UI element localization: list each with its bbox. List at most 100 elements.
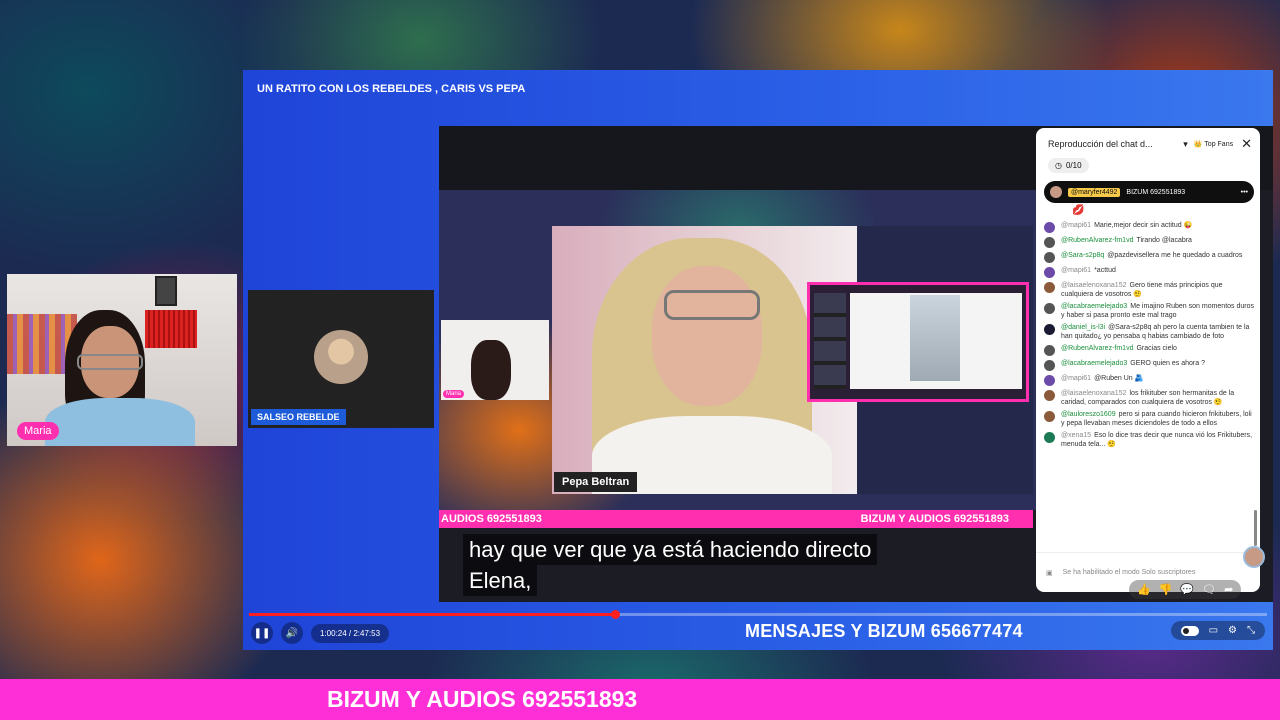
guest-face <box>652 266 762 406</box>
avatar <box>1044 360 1055 371</box>
subscriber-mode-text: Se ha habilitado el modo Solo suscriptor… <box>1062 569 1196 576</box>
avatar <box>1044 252 1055 263</box>
participant-avatar <box>314 330 368 384</box>
chat-scrollbar[interactable] <box>1254 510 1257 546</box>
avatar <box>1044 222 1055 233</box>
chat-username[interactable]: @mapi61 <box>1061 375 1091 382</box>
top-fans-badge[interactable]: 👑 Top Fans <box>1194 140 1233 148</box>
chat-message: @RubenAlvarez-fm1vd Tirando @lacabra <box>1044 236 1254 248</box>
chat-username[interactable]: @RubenAlvarez-fm1vd <box>1061 345 1133 352</box>
chat-replay-panel[interactable]: Reproducción del chat d... ▾ 👑 Top Fans … <box>1036 128 1260 592</box>
clock-icon: ◷ <box>1055 161 1062 170</box>
poll-counter[interactable]: ◷ 0/10 <box>1048 158 1089 173</box>
like-icon[interactable]: 👍 <box>1137 583 1151 596</box>
chat-header: Reproducción del chat d... ▾ 👑 Top Fans … <box>1036 128 1260 156</box>
avatar <box>1044 345 1055 356</box>
subtitle-line-2: Elena, <box>463 565 538 596</box>
chat-message: @laisaelenoxana152 los frikituber son her… <box>1044 389 1254 407</box>
chat-message: @laisaelenoxana152 Gero tiene más princip… <box>1044 281 1254 299</box>
chat-text: *acttud <box>1094 267 1116 274</box>
chat-message: @xena15 Eso lo dice tras decir que nunca … <box>1044 431 1254 449</box>
chat-username[interactable]: @laisaelenoxana152 <box>1061 390 1127 397</box>
chat-message-list[interactable]: @mapi61 Marie,mejor decir sin actitud 😜 @… <box>1036 216 1260 449</box>
exit-fullscreen-icon[interactable]: ⤡ <box>1247 625 1255 636</box>
chat-username[interactable]: @laisaelenoxana152 <box>1061 282 1127 289</box>
pinned-message[interactable]: @maryfer4492 BIZUM 692551893 ••• <box>1044 181 1254 203</box>
screen-share-tile <box>807 282 1029 402</box>
dislike-icon[interactable]: 👎 <box>1159 583 1173 596</box>
chat-username[interactable]: @mapi61 <box>1061 267 1091 274</box>
video-player[interactable]: UN RATITO CON LOS REBELDES , CARIS VS PE… <box>243 70 1273 650</box>
chat-username[interactable]: @lauloreszo1609 <box>1061 411 1116 418</box>
pinned-text: BIZUM 692551893 <box>1126 188 1186 196</box>
small-guest-cam: Maria <box>441 320 549 400</box>
comment-icon[interactable]: 💬 <box>1180 583 1194 596</box>
avatar <box>1044 282 1055 293</box>
wall-frame <box>155 276 177 306</box>
streamer-shirt <box>45 398 195 446</box>
salseo-label: SALSEO REBELDE <box>251 409 346 425</box>
video-title: UN RATITO CON LOS REBELDES , CARIS VS PE… <box>257 83 526 95</box>
counter-value: 0/10 <box>1065 161 1082 170</box>
chat-username[interactable]: @xena15 <box>1061 432 1091 439</box>
avatar <box>1044 375 1055 386</box>
audios-bar: AUDIOS 692551893 BIZUM Y AUDIOS 69255189… <box>439 510 1033 528</box>
close-icon[interactable]: ✕ <box>1241 136 1252 152</box>
chat-text: GERO quien es ahora ? <box>1130 360 1205 367</box>
chat-message: @RubenAlvarez-fm1vd Gracias cielo <box>1044 344 1254 356</box>
chat-title[interactable]: Reproducción del chat d... <box>1048 139 1181 149</box>
avatar <box>1044 390 1055 401</box>
chat-message: @lauloreszo1609 pero si para cuando hicie… <box>1044 410 1254 428</box>
audios-left-text: AUDIOS 692551893 <box>441 513 542 525</box>
chat-text: @Ruben Un 🫂 <box>1094 375 1144 382</box>
chat-text: Marie,mejor decir sin actitud 😜 <box>1094 222 1193 229</box>
avatar <box>1044 237 1055 248</box>
viewer-avatar[interactable] <box>1243 546 1265 568</box>
guest-glasses <box>664 290 760 320</box>
audios-right-text: BIZUM Y AUDIOS 692551893 <box>860 513 1009 525</box>
autoplay-toggle[interactable] <box>1180 626 1199 636</box>
chat-username[interactable]: @RubenAlvarez-fm1vd <box>1061 237 1133 244</box>
top-fans-label: Top Fans <box>1204 141 1234 148</box>
chevron-down-icon[interactable]: ▾ <box>1183 139 1188 150</box>
avatar <box>1044 267 1055 278</box>
progress-bar[interactable] <box>249 610 1267 619</box>
share-icon[interactable]: ➦ <box>1224 583 1233 596</box>
more-options-icon[interactable]: ••• <box>1241 189 1248 196</box>
subtitle-line-1: hay que ver que ya está haciendo directo <box>463 534 878 565</box>
pinned-user: @maryfer4492 <box>1068 187 1121 197</box>
chat-bubble-icon[interactable]: 🗨 <box>1202 583 1216 596</box>
chat-text: @pazdevisellera me he quedado a cuadros <box>1107 252 1243 259</box>
kiss-emoji-icon: 💋 <box>1072 205 1085 216</box>
webcam-name-tag: Maria <box>17 422 59 440</box>
chat-username[interactable]: @Sara-s2p8q <box>1061 252 1104 259</box>
chat-text: Tirando @lacabra <box>1136 237 1192 244</box>
progress-fill <box>249 613 616 616</box>
settings-gear-icon[interactable]: ⚙ <box>1228 625 1237 636</box>
volume-icon[interactable]: 🔊 <box>281 622 303 644</box>
chat-message: @mapi61 @Ruben Un 🫂 <box>1044 374 1254 386</box>
chat-username[interactable]: @mapi61 <box>1061 222 1091 229</box>
chat-message: @Sara-s2p8q @pazdevisellera me he quedado… <box>1044 251 1254 263</box>
screen-share-thumbnails <box>814 293 846 389</box>
captions-icon[interactable]: ▭ <box>1209 625 1218 636</box>
pause-button[interactable]: ❚❚ <box>251 622 273 644</box>
chat-username[interactable]: @lacabraemelejado3 <box>1061 360 1127 367</box>
subtitles: hay que ver que ya está haciendo directo… <box>463 534 878 596</box>
avatar <box>1044 303 1055 314</box>
guest-name-label: Pepa Beltran <box>554 472 638 492</box>
avatar <box>1044 432 1055 443</box>
small-cam-tag: Maria <box>443 390 465 398</box>
chat-message: @daniel_is-l3i @Sara-s2p8q ah pero la cue… <box>1044 323 1254 341</box>
progress-scrubber[interactable] <box>611 610 621 619</box>
player-right-controls: ▭ ⚙ ⤡ <box>1170 621 1265 640</box>
subscriber-mode-icon: ▣ <box>1046 569 1053 577</box>
chat-message: @mapi61 Marie,mejor decir sin actitud 😜 <box>1044 221 1254 233</box>
streamer-glasses <box>77 354 143 370</box>
chat-username[interactable]: @lacabraemelejado3 <box>1061 303 1127 310</box>
webcam-overlay: Maria <box>7 274 237 446</box>
chat-username[interactable]: @daniel_is-l3i <box>1061 324 1105 331</box>
bizum-banner: BIZUM Y AUDIOS 692551893 <box>0 679 1280 720</box>
small-guest-person <box>471 340 511 400</box>
chat-message: @lacabraemelejado3 Me imajino Ruben son m… <box>1044 302 1254 320</box>
